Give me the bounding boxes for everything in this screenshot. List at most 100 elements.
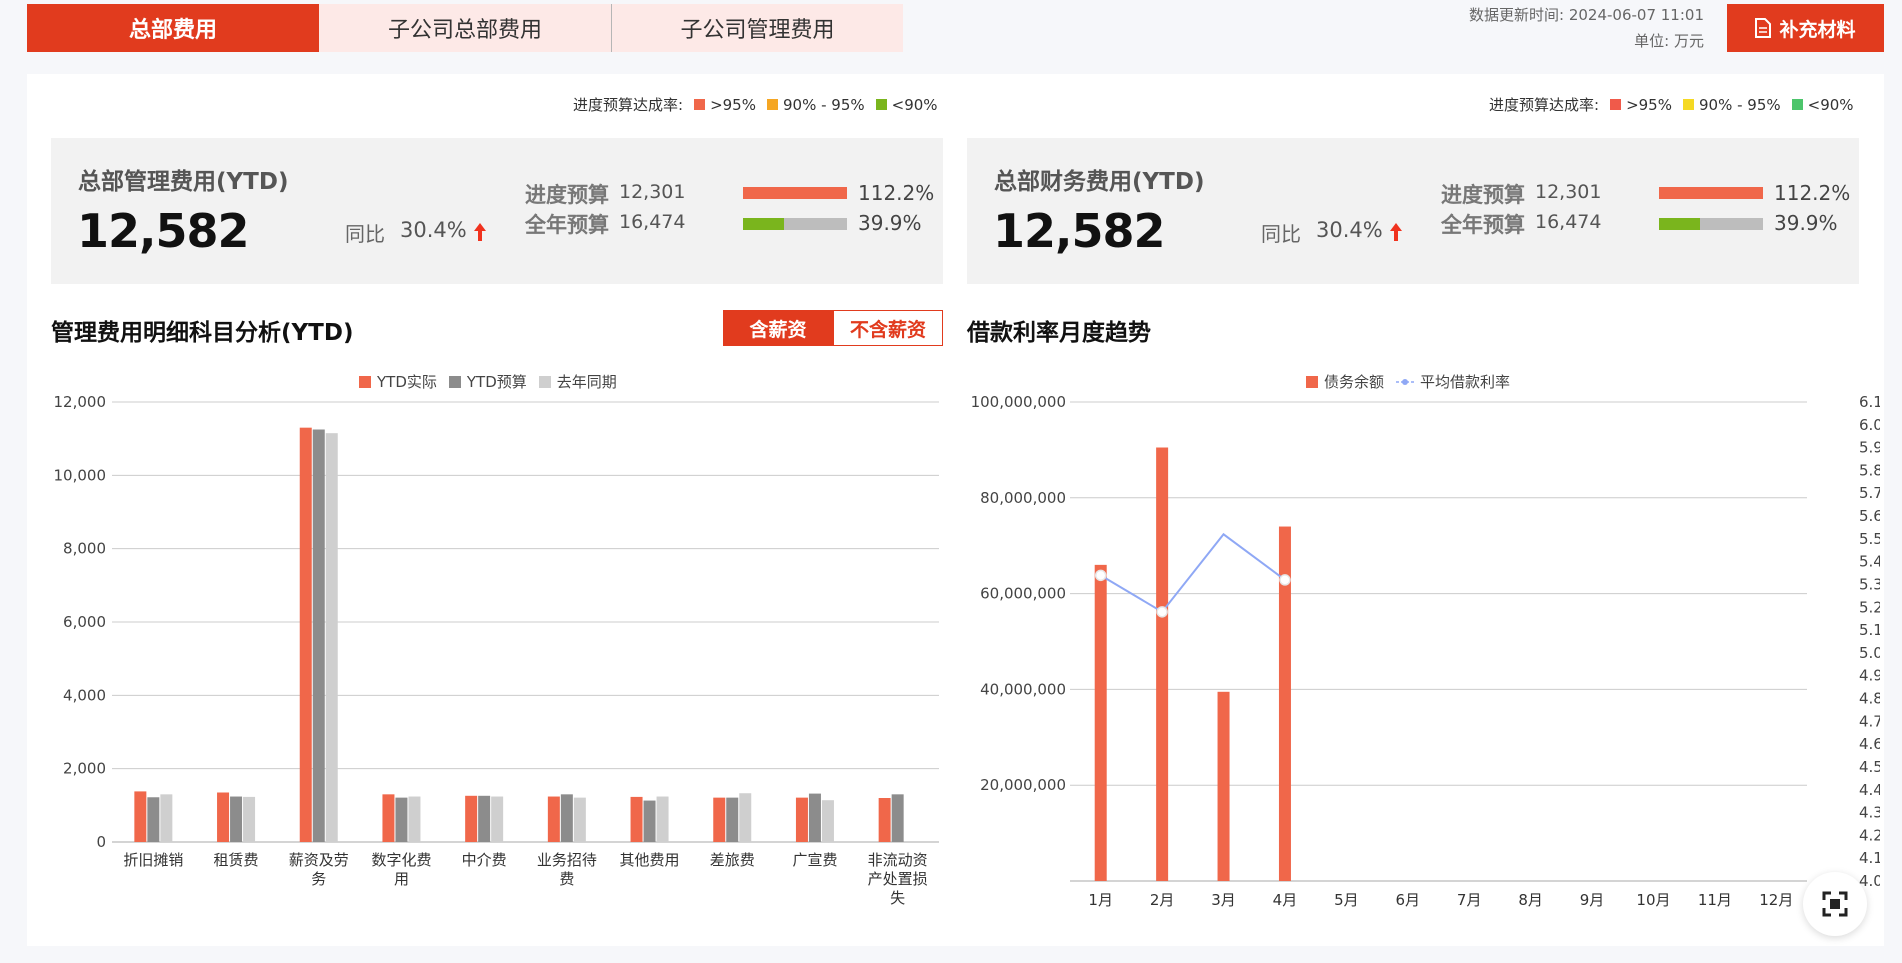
bar bbox=[243, 796, 256, 842]
legend-label: <90% bbox=[891, 95, 938, 114]
legend-swatch bbox=[1791, 99, 1803, 110]
y2-tick-label: 4.4% bbox=[1859, 781, 1880, 799]
admin-expense-bar-chart: 0 2,000 4,000 6,000 8,000 10,000 12,000 折旧摊销 租赁费… bbox=[54, 393, 939, 907]
bar bbox=[312, 429, 325, 842]
bar bbox=[739, 793, 752, 842]
legend-item-avg-rate[interactable]: 平均借款利率 bbox=[1396, 371, 1510, 392]
yoy-label: 同比 bbox=[345, 222, 385, 246]
bar bbox=[217, 792, 230, 842]
x-tick-label: 非流动资 bbox=[868, 851, 928, 869]
legend-label: >95% bbox=[1626, 95, 1672, 114]
y2-tick-label: 5.4% bbox=[1859, 553, 1880, 571]
y2-tick-label: 6.0% bbox=[1859, 416, 1880, 434]
y-tick-label: 10,000 bbox=[54, 466, 107, 484]
legend-item-debt-balance[interactable]: 债务余额 bbox=[1306, 371, 1384, 392]
document-icon bbox=[1755, 18, 1772, 38]
include-salary-button[interactable]: 含薪资 bbox=[723, 310, 833, 346]
y2-tick-label: 6.1% bbox=[1859, 393, 1880, 411]
legend-label: 平均借款利率 bbox=[1420, 373, 1511, 391]
y2-tick-label: 5.0% bbox=[1859, 644, 1880, 662]
legend-swatch bbox=[694, 99, 706, 110]
x-tick-label: 8月 bbox=[1518, 891, 1543, 909]
y2-tick-label: 4.5% bbox=[1859, 758, 1880, 776]
y2-tick-label: 5.9% bbox=[1859, 439, 1880, 457]
annual-budget-label: 全年预算 bbox=[1441, 213, 1525, 237]
bar bbox=[465, 795, 478, 842]
supplement-label: 补充材料 bbox=[1779, 18, 1856, 41]
x-tick-label: 失 bbox=[890, 889, 905, 907]
rate-line bbox=[1100, 532, 1286, 614]
bar bbox=[726, 797, 739, 842]
x-tick-label: 7月 bbox=[1457, 891, 1482, 909]
annual-budget-bar bbox=[743, 218, 847, 230]
tab-hq-expense[interactable]: 总部费用 bbox=[27, 4, 319, 52]
y2-tick-label: 4.2% bbox=[1859, 826, 1880, 844]
tab-subsidiary-admin-expense[interactable]: 子公司管理费用 bbox=[611, 4, 903, 52]
y2-tick-label: 5.1% bbox=[1859, 621, 1880, 639]
progress-budget-value: 12,301 bbox=[1535, 181, 1602, 203]
legend-swatch bbox=[538, 375, 551, 388]
annual-budget-label: 全年预算 bbox=[525, 213, 609, 237]
kpi-card-admin-expense: 总部管理费用(YTD) 12,582 同比 30.4% 进度预算 12,301 … bbox=[51, 138, 943, 284]
annual-budget-bar bbox=[1659, 218, 1763, 230]
fullscreen-button[interactable] bbox=[1803, 872, 1867, 936]
y2-tick-label: 4.8% bbox=[1859, 690, 1880, 708]
y2-tick-label: 4.3% bbox=[1859, 804, 1880, 822]
bar bbox=[630, 796, 643, 842]
bar bbox=[795, 797, 808, 842]
y-tick-label: 6,000 bbox=[63, 613, 106, 631]
y-tick-label: 40,000,000 bbox=[980, 680, 1066, 698]
x-tick-label: 其他费用 bbox=[620, 851, 680, 869]
rate-legend-title: 进度预算达成率: bbox=[1489, 96, 1600, 114]
bar bbox=[656, 796, 669, 842]
y-tick-label: 100,000,000 bbox=[971, 393, 1066, 411]
arrow-up-icon bbox=[474, 223, 486, 241]
legend-swatch bbox=[875, 99, 887, 110]
rate-legend-left: 进度预算达成率: >95% 90% - 95% <90% bbox=[573, 94, 938, 115]
y-tick-label: 0 bbox=[96, 833, 106, 851]
x-tick-label: 12月 bbox=[1759, 891, 1793, 909]
bar-fill bbox=[743, 187, 847, 199]
annual-budget-value: 16,474 bbox=[619, 211, 686, 233]
line-legend-icon bbox=[1396, 378, 1415, 385]
x-tick-label: 折旧摊销 bbox=[123, 851, 183, 869]
legend-item-actual[interactable]: YTD实际 bbox=[359, 371, 437, 392]
x-tick-label: 广宣费 bbox=[792, 851, 837, 869]
x-tick-label: 务 bbox=[311, 870, 326, 888]
x-tick-label: 中介费 bbox=[462, 851, 507, 869]
legend-label: 90% - 95% bbox=[1698, 95, 1781, 114]
exclude-salary-button[interactable]: 不含薪资 bbox=[833, 310, 943, 346]
tab-bar: 总部费用 子公司总部费用 子公司管理费用 bbox=[27, 4, 903, 52]
bar-fill bbox=[1659, 218, 1701, 230]
bar bbox=[1156, 447, 1169, 881]
x-tick-label: 产处置损 bbox=[868, 870, 928, 888]
progress-budget-bar bbox=[1659, 187, 1763, 199]
bar bbox=[147, 797, 160, 842]
x-tick-label: 2月 bbox=[1150, 891, 1175, 909]
legend-swatch bbox=[359, 375, 371, 388]
bar bbox=[299, 427, 312, 842]
x-tick-label: 差旅费 bbox=[710, 851, 755, 869]
x-tick-label: 用 bbox=[394, 870, 409, 888]
x-tick-label: 数字化费 bbox=[371, 851, 431, 869]
y2-tick-label: 5.8% bbox=[1859, 461, 1880, 479]
y2-tick-label: 4.7% bbox=[1859, 712, 1880, 730]
legend-swatch bbox=[1682, 99, 1694, 110]
bar bbox=[713, 797, 726, 842]
y-tick-label: 12,000 bbox=[54, 393, 107, 411]
supplement-button[interactable]: 补充材料 bbox=[1727, 4, 1884, 52]
bar bbox=[821, 800, 834, 842]
legend-item-last-year[interactable]: 去年同期 bbox=[538, 371, 617, 392]
x-tick-label: 费 bbox=[559, 870, 574, 888]
legend-label: 债务余额 bbox=[1324, 373, 1385, 391]
rate-point bbox=[1156, 606, 1168, 618]
tab-subsidiary-hq-expense[interactable]: 子公司总部费用 bbox=[319, 4, 611, 52]
y-tick-label: 4,000 bbox=[63, 686, 106, 704]
annual-budget-value: 16,474 bbox=[1535, 211, 1602, 233]
legend-item-budget[interactable]: YTD预算 bbox=[448, 371, 527, 392]
bar-fill bbox=[743, 218, 785, 230]
kpi-title: 总部财务费用(YTD) bbox=[994, 169, 1205, 195]
legend-swatch bbox=[1306, 375, 1318, 388]
annual-budget-pct: 39.9% bbox=[1774, 211, 1838, 235]
x-tick-label: 11月 bbox=[1698, 891, 1732, 909]
